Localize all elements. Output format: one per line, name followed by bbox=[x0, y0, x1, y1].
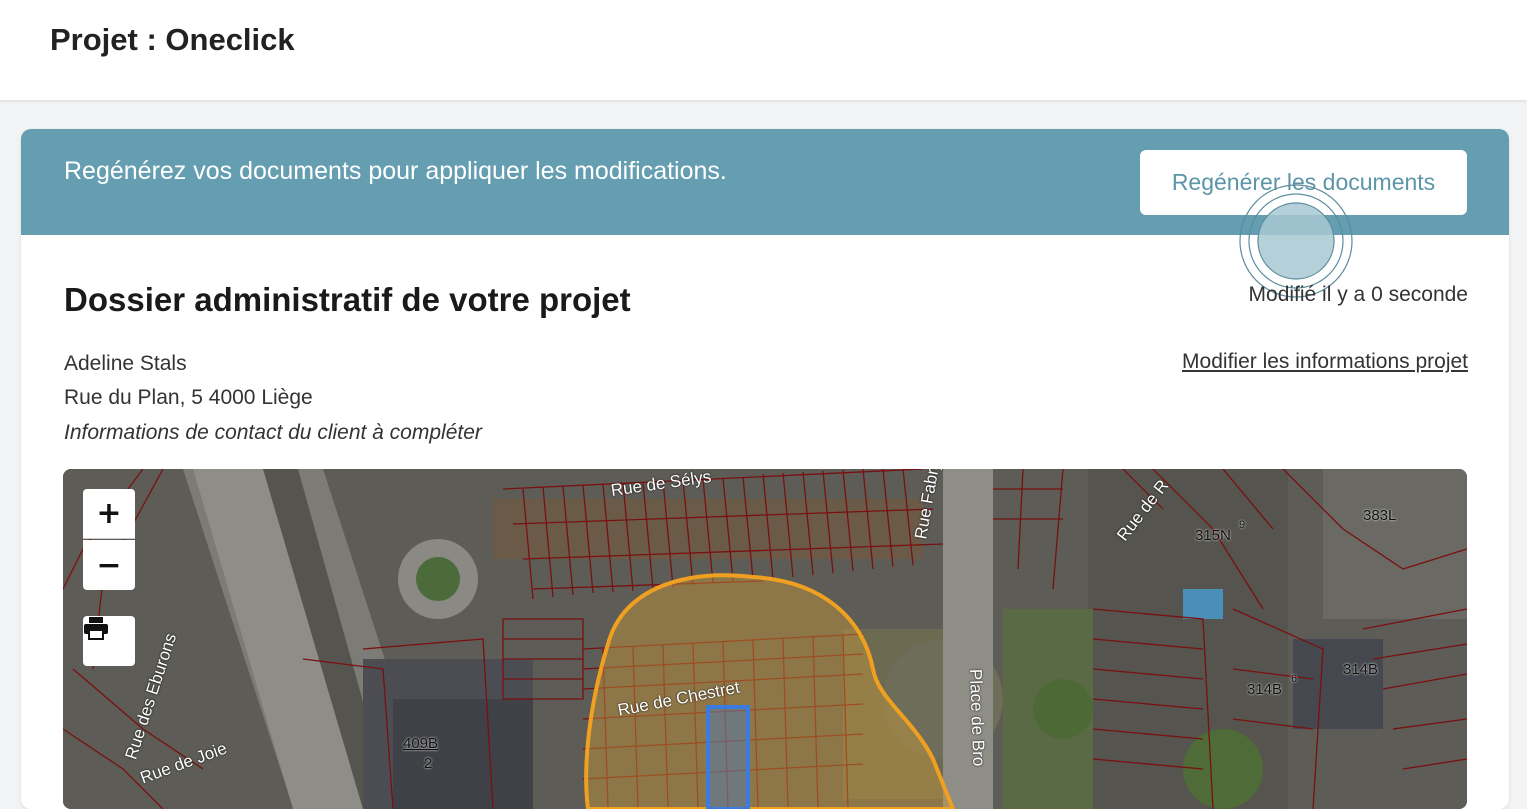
zoom-out-button[interactable]: − bbox=[83, 540, 135, 590]
last-modified-text: Modifié il y a 0 seconde bbox=[1248, 283, 1468, 306]
project-card: Regénérez vos documents pour appliquer l… bbox=[21, 129, 1509, 809]
project-title: Projet : Oneclick bbox=[50, 22, 295, 57]
parcel-label: 2 bbox=[424, 755, 433, 772]
client-address: Rue du Plan, 5 4000 Liège bbox=[64, 386, 313, 409]
zoom-in-button[interactable]: + bbox=[83, 489, 135, 539]
top-bar: Projet : Oneclick bbox=[0, 0, 1527, 100]
parcel-label: 409B bbox=[403, 735, 439, 752]
regenerate-banner: Regénérez vos documents pour appliquer l… bbox=[21, 129, 1509, 235]
banner-message: Regénérez vos documents pour appliquer l… bbox=[64, 157, 727, 185]
parcel-label: 314B bbox=[1343, 661, 1379, 678]
parcel-label: 9 bbox=[1239, 519, 1246, 531]
street-label: Place de Bro bbox=[966, 668, 989, 767]
cadastral-map[interactable]: Rue de Sélys Rue de Chestret Rue des Ebu… bbox=[63, 469, 1467, 809]
parcel-label: 383L bbox=[1363, 507, 1397, 524]
regenerate-documents-button[interactable]: Regénérer les documents bbox=[1140, 150, 1467, 215]
dossier-title: Dossier administratif de votre projet bbox=[64, 281, 631, 318]
print-map-button[interactable] bbox=[83, 616, 135, 666]
map-canvas bbox=[63, 469, 1467, 809]
parcel-label: 314B bbox=[1247, 681, 1283, 698]
parcel-label: 6 bbox=[1291, 673, 1298, 685]
parcel-label: 315N bbox=[1195, 527, 1231, 544]
contact-info-note: Informations de contact du client à comp… bbox=[64, 421, 482, 444]
edit-project-info-link[interactable]: Modifier les informations projet bbox=[1182, 350, 1468, 374]
client-name: Adeline Stals bbox=[64, 352, 187, 375]
printer-icon bbox=[84, 617, 108, 640]
